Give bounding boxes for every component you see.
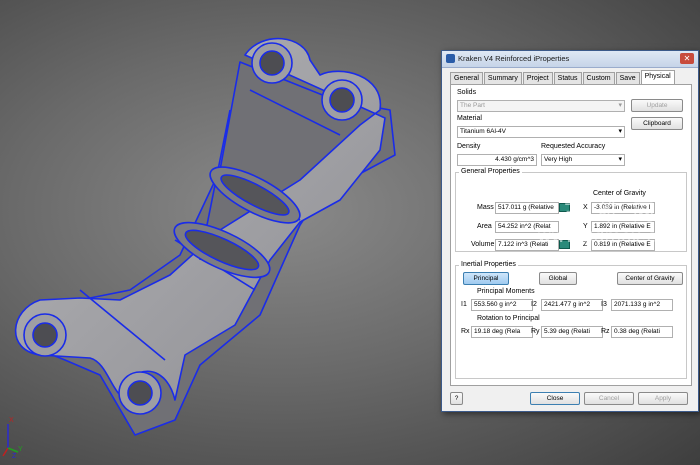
global-button[interactable]: Global — [539, 272, 577, 285]
tab-project[interactable]: Project — [522, 72, 553, 84]
dialog-title: Kraken V4 Reinforced iProperties — [458, 54, 570, 63]
i2-label: I2 — [531, 301, 537, 308]
principal-button[interactable]: Principal — [463, 272, 509, 285]
rx-label: Rx — [461, 328, 470, 335]
material-label: Material — [457, 115, 482, 122]
window-close-icon[interactable]: ✕ — [680, 53, 694, 64]
x-label: X — [583, 204, 588, 211]
calculator-icon[interactable] — [559, 240, 570, 249]
i1-field[interactable]: 553.560 g in^2 — [471, 299, 533, 311]
rz-label: Rz — [601, 328, 610, 335]
principal-moments-label: Principal Moments — [477, 288, 535, 295]
apply-button[interactable]: Apply — [638, 392, 688, 405]
calculator-icon[interactable] — [559, 203, 570, 212]
accuracy-label: Requested Accuracy — [541, 143, 606, 150]
tab-summary[interactable]: Summary — [483, 72, 522, 84]
solids-dropdown[interactable]: The Part — [457, 100, 625, 112]
i3-label: I3 — [601, 301, 607, 308]
triad-y-label: Y — [18, 446, 23, 453]
material-dropdown[interactable]: Titanium 6Al-4V — [457, 126, 625, 138]
volume-label: Volume — [471, 241, 495, 248]
triad-x-label: X — [9, 417, 14, 424]
close-button[interactable]: Close — [530, 392, 580, 405]
tab-custom[interactable]: Custom — [582, 72, 615, 84]
density-label: Density — [457, 143, 481, 150]
tab-save[interactable]: Save — [615, 72, 640, 84]
iproperties-dialog: Kraken V4 Reinforced iProperties ✕ Gener… — [441, 50, 699, 412]
cog-y-field[interactable]: 1.892 in (Relative E — [591, 221, 655, 233]
inertial-properties-label: Inertial Properties — [459, 261, 518, 268]
solids-label: Solids — [457, 89, 477, 96]
tab-general[interactable]: General — [450, 72, 483, 84]
cog-x-field[interactable]: -3.039 in (Relative I — [591, 202, 655, 214]
cog-z-field[interactable]: 0.819 in (Relative E — [591, 239, 655, 251]
physical-panel: Solids The Part Update Material Titanium… — [450, 84, 692, 386]
dialog-footer: ? Close Cancel Apply — [442, 387, 698, 411]
rz-field[interactable]: 0.38 deg (Relati — [611, 326, 673, 338]
general-properties-label: General Properties — [459, 168, 522, 175]
inventor-app-icon — [446, 54, 455, 63]
area-label: Area — [477, 223, 492, 230]
tab-status[interactable]: Status — [553, 72, 582, 84]
rotation-label: Rotation to Principal — [477, 315, 540, 322]
bracket-part[interactable] — [14, 37, 396, 436]
cancel-button[interactable]: Cancel — [584, 392, 634, 405]
dialog-titlebar[interactable]: Kraken V4 Reinforced iProperties ✕ — [442, 51, 698, 68]
cog-label: Center of Gravity — [593, 190, 646, 197]
ry-field[interactable]: 5.39 deg (Relati — [541, 326, 603, 338]
z-label: Z — [583, 241, 588, 248]
clipboard-button[interactable]: Clipboard — [631, 117, 683, 130]
help-icon[interactable]: ? — [450, 392, 463, 405]
i2-field[interactable]: 2421.477 g in^2 — [541, 299, 603, 311]
area-field[interactable]: 54.252 in^2 (Relat — [495, 221, 559, 233]
ry-label: Ry — [531, 328, 540, 335]
center-of-gravity-button[interactable]: Center of Gravity — [617, 272, 683, 285]
axis-triad: X Y Z — [2, 417, 23, 460]
rx-field[interactable]: 19.18 deg (Rela — [471, 326, 533, 338]
volume-field[interactable]: 7.122 in^3 (Relati — [495, 239, 559, 251]
i1-label: I1 — [461, 301, 467, 308]
mass-label: Mass — [477, 204, 494, 211]
triad-z-label: Z — [12, 453, 17, 460]
density-field[interactable]: 4.430 g/cm^3 — [457, 154, 537, 166]
update-button[interactable]: Update — [631, 99, 683, 112]
tab-physical[interactable]: Physical — [640, 70, 675, 84]
tab-strip: General Summary Project Status Custom Sa… — [450, 70, 676, 84]
mass-field[interactable]: 517.011 g (Relative — [495, 202, 559, 214]
accuracy-dropdown[interactable]: Very High — [541, 154, 625, 166]
y-label: Y — [583, 223, 588, 230]
i3-field[interactable]: 2071.133 g in^2 — [611, 299, 673, 311]
